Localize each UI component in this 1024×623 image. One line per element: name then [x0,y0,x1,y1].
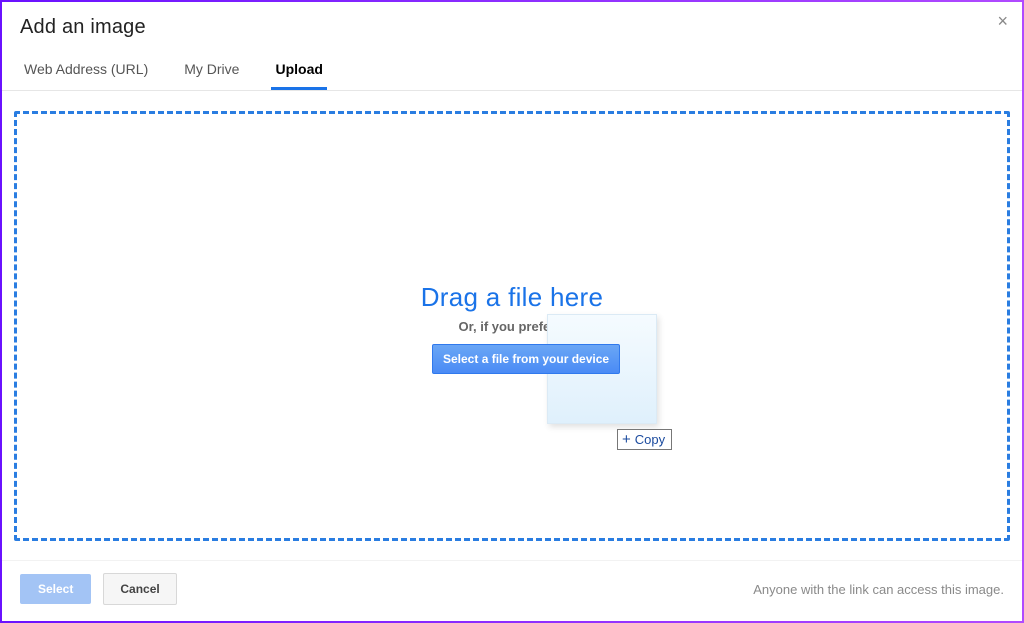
drag-copy-label: Copy [635,432,665,447]
cancel-button[interactable]: Cancel [103,573,176,605]
footer-note: Anyone with the link can access this ima… [753,582,1004,597]
dialog-footer: Select Cancel Anyone with the link can a… [2,560,1022,621]
file-dropzone[interactable]: Drag a file here Or, if you prefer... Se… [14,111,1010,541]
add-image-dialog: Add an image × Web Address (URL) My Driv… [0,0,1024,623]
tab-upload[interactable]: Upload [271,55,326,90]
drag-copy-indicator: + Copy [617,429,672,450]
select-button[interactable]: Select [20,574,91,604]
dropzone-subtext: Or, if you prefer... [17,319,1007,334]
select-file-button[interactable]: Select a file from your device [432,344,620,374]
tab-my-drive[interactable]: My Drive [180,55,243,90]
plus-icon: + [622,432,631,447]
dropzone-headline: Drag a file here [17,282,1007,313]
tab-web-address[interactable]: Web Address (URL) [20,55,152,90]
upload-panel: Drag a file here Or, if you prefer... Se… [2,91,1022,561]
close-icon[interactable]: × [997,12,1008,30]
dialog-title: Add an image [2,2,1022,49]
dialog-tabs: Web Address (URL) My Drive Upload [2,49,1022,91]
